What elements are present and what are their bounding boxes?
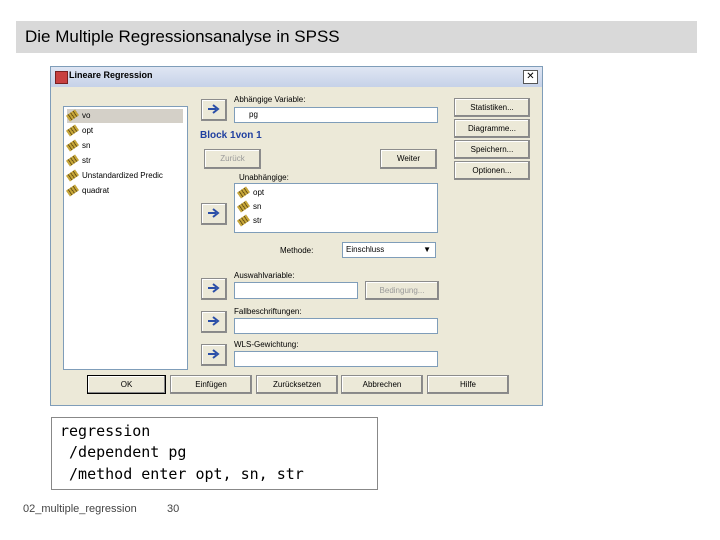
- variable-label: sn: [82, 141, 91, 150]
- method-select[interactable]: Einschluss ▼: [342, 242, 436, 258]
- variable-label: vo: [82, 111, 91, 120]
- arrow-right-icon: [208, 208, 220, 218]
- selection-field[interactable]: [234, 282, 358, 299]
- variable-label: Unstandardized Predic: [82, 171, 163, 180]
- move-to-case-labels-button[interactable]: [201, 311, 227, 333]
- scale-variable-icon: [236, 214, 251, 227]
- variable-label: str: [253, 216, 262, 225]
- move-to-dependent-button[interactable]: [201, 99, 227, 121]
- selection-label: Auswahlvariable:: [234, 271, 295, 280]
- list-item[interactable]: quadrat: [65, 184, 110, 198]
- app-icon: [55, 71, 68, 84]
- page-number: 30: [167, 503, 180, 515]
- list-item[interactable]: str: [65, 154, 91, 168]
- condition-button[interactable]: Bedingung...: [365, 281, 439, 300]
- next-button[interactable]: Weiter: [380, 149, 437, 169]
- dependent-field[interactable]: pg: [234, 107, 438, 123]
- list-item[interactable]: opt: [65, 124, 94, 138]
- statistics-button[interactable]: Statistiken...: [454, 98, 530, 117]
- footer-name: 02_multiple_regression: [23, 503, 137, 515]
- variable-list[interactable]: vo opt sn str Unstandardized Predic quad…: [63, 106, 188, 370]
- arrow-right-icon: [208, 349, 220, 359]
- variable-label: opt: [253, 188, 265, 197]
- dependent-value: pg: [249, 110, 258, 119]
- chevron-down-icon: ▼: [423, 245, 431, 254]
- syntax-line: /dependent pg: [60, 443, 187, 461]
- close-icon[interactable]: ✕: [523, 70, 538, 84]
- scale-variable-icon: [65, 184, 80, 197]
- arrow-right-icon: [208, 283, 220, 293]
- reset-button[interactable]: Zurücksetzen: [256, 375, 338, 394]
- method-value: Einschluss: [346, 245, 385, 254]
- variable-label: opt: [82, 126, 94, 135]
- list-item[interactable]: opt: [236, 186, 265, 200]
- dialog-title: Lineare Regression: [69, 70, 153, 80]
- list-item[interactable]: vo: [65, 109, 183, 123]
- case-labels-label: Fallbeschriftungen:: [234, 307, 302, 316]
- list-item[interactable]: sn: [65, 139, 91, 153]
- cancel-button[interactable]: Abbrechen: [341, 375, 423, 394]
- arrow-right-icon: [208, 104, 220, 114]
- ok-button[interactable]: OK: [87, 375, 166, 394]
- options-button[interactable]: Optionen...: [454, 161, 530, 180]
- slide-title: Die Multiple Regressionsanalyse in SPSS: [25, 27, 340, 46]
- scale-variable-icon: [236, 186, 251, 199]
- slide-title-bar: Die Multiple Regressionsanalyse in SPSS: [16, 21, 697, 53]
- variable-label: str: [82, 156, 91, 165]
- dependent-label: Abhängige Variable:: [234, 95, 306, 104]
- help-button[interactable]: Hilfe: [427, 375, 509, 394]
- list-item[interactable]: Unstandardized Predic: [65, 169, 163, 183]
- syntax-line: /method enter opt, sn, str: [60, 465, 304, 483]
- block-label: Block 1von 1: [200, 130, 262, 141]
- syntax-line: regression: [60, 422, 151, 440]
- save-button[interactable]: Speichern...: [454, 140, 530, 159]
- scale-variable-icon: [65, 124, 80, 137]
- method-label: Methode:: [280, 246, 314, 255]
- back-button[interactable]: Zurück: [204, 149, 261, 169]
- variable-label: quadrat: [82, 186, 110, 195]
- dialog-titlebar: Lineare Regression ✕: [51, 67, 542, 87]
- scale-variable-icon: [65, 154, 80, 167]
- list-item[interactable]: sn: [236, 200, 262, 214]
- wls-field[interactable]: [234, 351, 438, 367]
- case-labels-field[interactable]: [234, 318, 438, 334]
- list-item[interactable]: str: [236, 214, 262, 228]
- plots-button[interactable]: Diagramme...: [454, 119, 530, 138]
- move-to-selection-button[interactable]: [201, 278, 227, 300]
- move-to-independent-button[interactable]: [201, 203, 227, 225]
- wls-label: WLS-Gewichtung:: [234, 340, 299, 349]
- move-to-wls-button[interactable]: [201, 344, 227, 366]
- independent-label: Unabhängige:: [239, 173, 289, 182]
- scale-variable-icon: [65, 169, 80, 182]
- scale-variable-icon: [236, 200, 251, 213]
- independent-list[interactable]: opt sn str: [234, 183, 438, 233]
- syntax-box: regression /dependent pg /method enter o…: [51, 417, 378, 490]
- variable-label: sn: [253, 202, 262, 211]
- arrow-right-icon: [208, 316, 220, 326]
- paste-button[interactable]: Einfügen: [170, 375, 252, 394]
- scale-variable-icon: [65, 139, 80, 152]
- scale-variable-icon: [65, 109, 80, 122]
- linear-regression-dialog: Lineare Regression ✕ vo opt sn str Unsta…: [50, 66, 543, 406]
